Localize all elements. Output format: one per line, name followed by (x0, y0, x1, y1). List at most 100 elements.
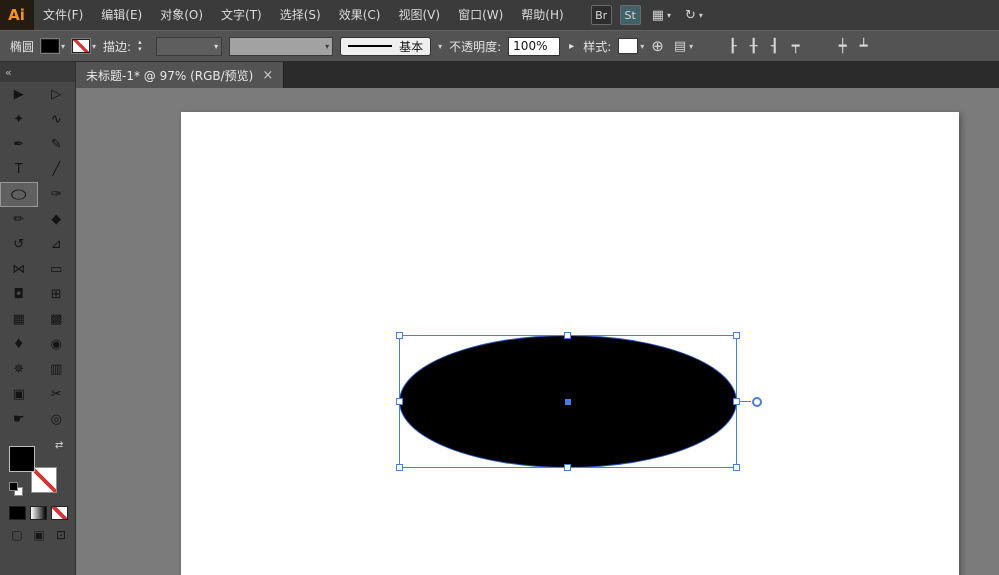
tool-icon: ↺ (13, 238, 24, 251)
menu-edit[interactable]: 编辑(E) (92, 0, 151, 30)
align-vertical-center-button[interactable]: ┿ (832, 36, 853, 56)
align-horizontal-center-button[interactable]: ╂ (743, 36, 764, 56)
swap-fill-stroke-icon[interactable]: ⇄ (55, 440, 63, 451)
chevron-down-icon[interactable]: ▾ (438, 42, 442, 51)
document-tab[interactable]: 未标题-1* @ 97% (RGB/预览) × (76, 62, 284, 88)
bridge-button[interactable]: Br (591, 5, 612, 25)
magic-wand-tool[interactable]: ✦ (0, 107, 38, 132)
tool-icon: ◘ (14, 288, 24, 301)
eyedropper-tool[interactable]: ♦ (0, 332, 38, 357)
selection-handle-bottom-left[interactable] (396, 464, 403, 471)
selection-handle-middle-right[interactable] (733, 398, 740, 405)
globe-icon[interactable]: ⊕ (651, 37, 664, 55)
selection-handle-middle-left[interactable] (396, 398, 403, 405)
rotate-tool[interactable]: ↺ (0, 232, 38, 257)
tab-close-icon[interactable]: × (262, 68, 273, 83)
style-select[interactable]: ▾ (618, 38, 644, 54)
selection-tool[interactable]: ▶ (0, 82, 38, 107)
menubar: Ai 文件(F)编辑(E)对象(O)文字(T)选择(S)效果(C)视图(V)窗口… (0, 0, 999, 30)
selection-bounding-box (399, 335, 737, 468)
hand-tool[interactable]: ☛ (0, 407, 38, 432)
opacity-panel-arrow-icon[interactable]: ▸ (567, 41, 576, 52)
spinner-down-icon: ▾ (138, 46, 149, 53)
menu-view[interactable]: 视图(V) (389, 0, 449, 30)
lasso-tool[interactable]: ∿ (38, 107, 76, 132)
gradient-tool[interactable]: ▩ (38, 307, 76, 332)
stroke-color-button[interactable]: ▾ (72, 39, 96, 53)
tool-icon: ✵ (13, 363, 24, 376)
menu-window[interactable]: 窗口(W) (449, 0, 512, 30)
zoom-tool[interactable]: ◎ (38, 407, 76, 432)
align-vertical-top-button[interactable]: ┯ (785, 36, 806, 56)
brush-definition-field[interactable]: 基本 (340, 37, 431, 56)
tool-icon: ◆ (51, 213, 61, 226)
app-logo-icon: Ai (0, 0, 34, 30)
line-segment-tool[interactable]: ╱ (38, 157, 76, 182)
tool-icon: ▣ (13, 388, 25, 401)
color-button[interactable] (9, 506, 26, 520)
slice-tool[interactable]: ✂ (38, 382, 76, 407)
workspace-switcher-button[interactable]: ↻ ▾ (682, 8, 706, 23)
workspace-icon: ↻ (685, 8, 696, 23)
selection-handle-bottom-center[interactable] (564, 464, 571, 471)
transform-widget-icon[interactable] (752, 397, 762, 407)
selection-handle-bottom-right[interactable] (733, 464, 740, 471)
type-tool[interactable]: T (0, 157, 38, 182)
perspective-grid-tool[interactable]: ⊞ (38, 282, 76, 307)
document-setup-button[interactable]: ▤ ▾ (671, 39, 696, 54)
tool-icon: ╱ (52, 163, 60, 176)
align-horizontal-left-button[interactable]: ┠ (722, 36, 743, 56)
brush-name-label: 基本 (399, 38, 423, 55)
transform-widget-connector (740, 401, 751, 402)
menu-effect[interactable]: 效果(C) (330, 0, 390, 30)
menu-type[interactable]: 文字(T) (212, 0, 271, 30)
shape-builder-tool[interactable]: ◘ (0, 282, 38, 307)
artboard-tool[interactable]: ▣ (0, 382, 38, 407)
align-horizontal-right-button[interactable]: ┨ (764, 36, 785, 56)
draw-behind-button[interactable]: ▣ (31, 527, 47, 543)
eraser-tool[interactable]: ◆ (38, 207, 76, 232)
menu-select[interactable]: 选择(S) (271, 0, 330, 30)
width-profile-select[interactable]: ▾ (229, 37, 333, 56)
gradient-button[interactable] (30, 506, 47, 520)
document-tab-bar: 未标题-1* @ 97% (RGB/预览) × (76, 62, 999, 88)
menubar-right: Br St ▦ ▾ ↻ ▾ (591, 5, 706, 25)
selection-handle-top-center[interactable] (564, 332, 571, 339)
menu-file[interactable]: 文件(F) (34, 0, 92, 30)
none-button[interactable] (51, 506, 68, 520)
width-tool[interactable]: ⋈ (0, 257, 38, 282)
fill-swatch[interactable] (9, 446, 35, 472)
draw-inside-button[interactable]: ⊡ (53, 527, 69, 543)
stroke-weight-select[interactable]: ▾ (156, 37, 222, 56)
column-graph-tool[interactable]: ▥ (38, 357, 76, 382)
arrange-documents-button[interactable]: ▦ ▾ (649, 8, 674, 23)
tool-icon: ◎ (51, 413, 62, 426)
control-bar: 椭圆 ▾ ▾ 描边: ▴ ▾ ▾ ▾ 基本 ▾ 不透明度: 100% ▸ 样式: (0, 30, 999, 62)
tool-icon: ▷ (51, 88, 61, 101)
free-transform-tool[interactable]: ▭ (38, 257, 76, 282)
canvas[interactable] (76, 88, 999, 575)
draw-normal-button[interactable]: ▢ (9, 527, 25, 543)
opacity-input[interactable]: 100% (508, 37, 560, 56)
scale-tool[interactable]: ⊿ (38, 232, 76, 257)
stock-button[interactable]: St (620, 5, 641, 25)
default-fill-stroke-icon[interactable] (9, 482, 23, 496)
direct-selection-tool[interactable]: ▷ (38, 82, 76, 107)
ellipse-tool[interactable]: ○ (0, 182, 38, 207)
selection-center-point[interactable] (565, 399, 571, 405)
pen-tool[interactable]: ✒ (0, 132, 38, 157)
fill-color-button[interactable]: ▾ (41, 39, 65, 53)
selection-handle-top-left[interactable] (396, 332, 403, 339)
menu-object[interactable]: 对象(O) (151, 0, 212, 30)
paintbrush-tool[interactable]: ✑ (38, 182, 76, 207)
mesh-tool[interactable]: ▦ (0, 307, 38, 332)
collapse-panel-button[interactable]: « (0, 62, 75, 82)
stroke-weight-stepper[interactable]: ▴ ▾ (138, 39, 149, 53)
selection-handle-top-right[interactable] (733, 332, 740, 339)
symbol-sprayer-tool[interactable]: ✵ (0, 357, 38, 382)
blend-tool[interactable]: ◉ (38, 332, 76, 357)
pencil-tool[interactable]: ✏ (0, 207, 38, 232)
menu-help[interactable]: 帮助(H) (512, 0, 572, 30)
align-vertical-bottom-button[interactable]: ┷ (853, 36, 874, 56)
curvature-tool[interactable]: ✎ (38, 132, 76, 157)
